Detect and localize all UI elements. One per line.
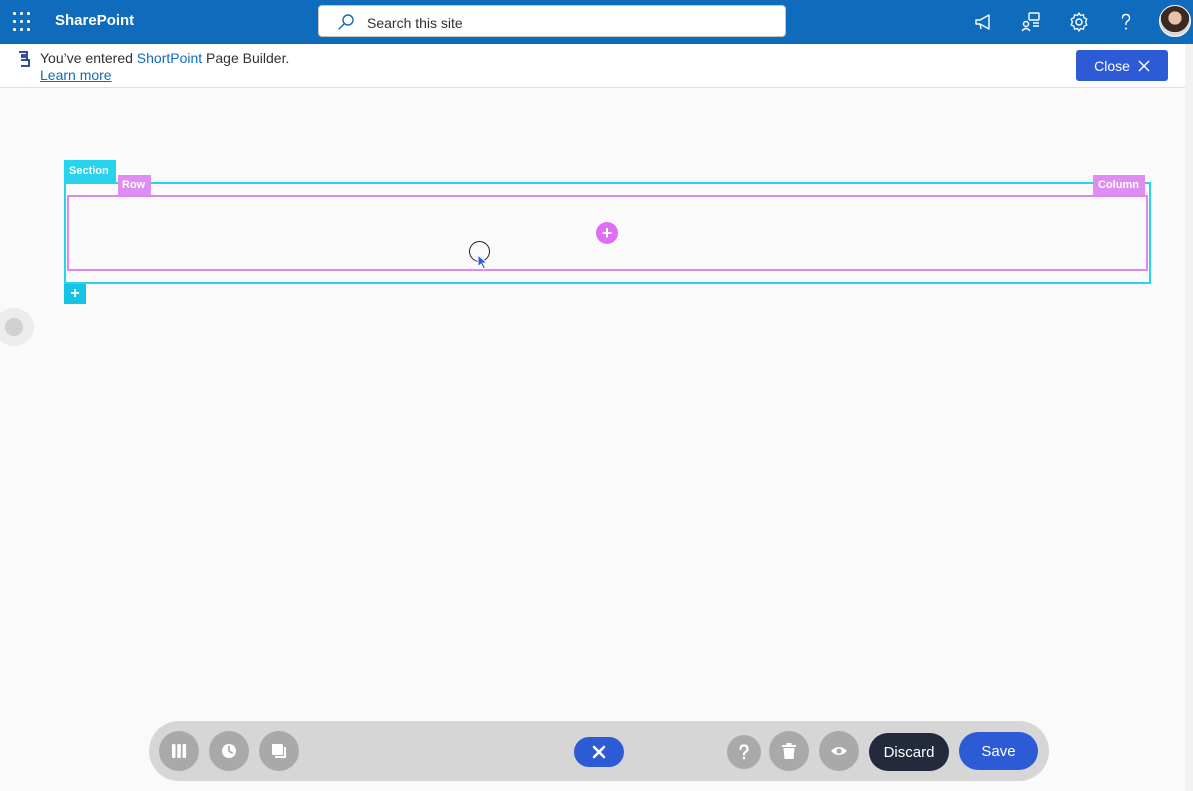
preview-button[interactable] xyxy=(819,731,859,771)
history-icon xyxy=(222,744,236,758)
notice-text: You’ve entered ShortPoint Page Builder. xyxy=(40,50,289,66)
help-button[interactable] xyxy=(727,735,761,769)
columns-button[interactable] xyxy=(159,731,199,771)
close-toolbar-button[interactable] xyxy=(574,737,624,767)
row-label[interactable]: Row xyxy=(118,175,151,195)
search-icon xyxy=(338,14,354,30)
notice-suffix: Page Builder. xyxy=(202,50,290,66)
column-label[interactable]: Column xyxy=(1093,175,1145,195)
columns-icon xyxy=(172,744,187,758)
copy-icon xyxy=(272,744,286,758)
history-button[interactable] xyxy=(209,731,249,771)
shortpoint-logo-icon xyxy=(19,51,30,67)
help-icon xyxy=(739,744,749,760)
help-icon[interactable] xyxy=(1114,10,1138,34)
megaphone-icon[interactable] xyxy=(972,10,996,34)
discard-button[interactable]: Discard xyxy=(869,733,949,771)
add-element-button[interactable]: + xyxy=(596,222,618,244)
section-label[interactable]: Section xyxy=(64,160,116,182)
builder-toolbar: Discard Save xyxy=(149,721,1049,781)
close-icon xyxy=(592,745,606,759)
app-launcher-icon[interactable] xyxy=(10,9,36,35)
search-box[interactable]: Search this site xyxy=(318,5,786,37)
close-button-label: Close xyxy=(1094,57,1130,74)
share-network-icon[interactable] xyxy=(1019,10,1043,34)
notice-prefix: You’ve entered xyxy=(40,50,137,66)
add-section-button[interactable]: + xyxy=(64,284,86,304)
page-builder-notice: You’ve entered ShortPoint Page Builder. … xyxy=(0,44,1185,88)
mouse-cursor-icon xyxy=(477,254,489,270)
close-builder-button[interactable]: Close xyxy=(1076,50,1168,81)
notice-product-name: ShortPoint xyxy=(136,50,203,66)
suite-bar: SharePoint Search this site xyxy=(0,0,1193,44)
trash-icon xyxy=(782,743,796,759)
side-panel-handle[interactable] xyxy=(0,308,34,346)
save-button[interactable]: Save xyxy=(959,732,1038,770)
gear-icon[interactable] xyxy=(1067,10,1091,34)
copy-button[interactable] xyxy=(259,731,299,771)
learn-more-link[interactable]: Learn more xyxy=(40,67,112,83)
page-scrollbar[interactable] xyxy=(1185,44,1193,791)
delete-button[interactable] xyxy=(769,731,809,771)
app-name[interactable]: SharePoint xyxy=(55,12,134,29)
close-icon xyxy=(1138,59,1150,72)
search-placeholder: Search this site xyxy=(367,15,463,31)
eye-icon xyxy=(831,747,847,755)
avatar[interactable] xyxy=(1159,5,1191,37)
